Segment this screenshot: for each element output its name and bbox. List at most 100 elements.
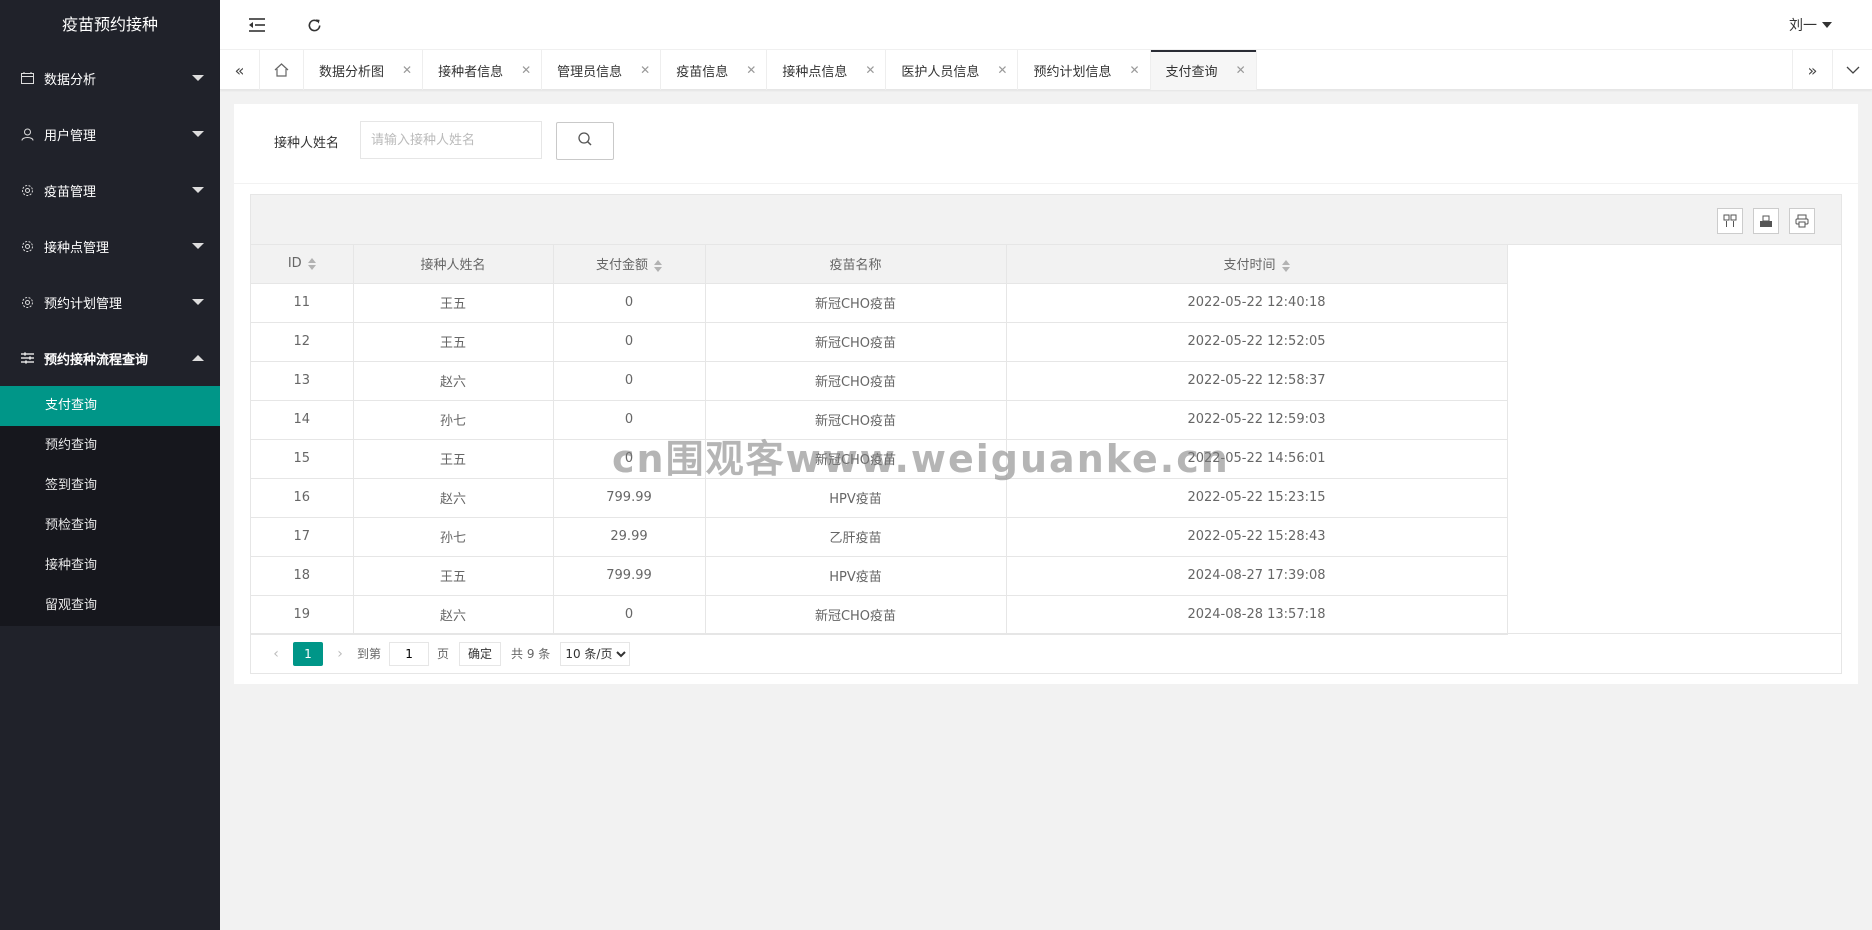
sub-item-precheck-query[interactable]: 预检查询 (0, 506, 220, 546)
submenu-process-query: 支付查询 预约查询 签到查询 预检查询 接种查询 留观查询 (0, 386, 220, 626)
goto-confirm-button[interactable]: 确定 (459, 641, 502, 666)
sort-icon[interactable] (1281, 259, 1290, 272)
gear-icon (20, 295, 34, 309)
cell-id: 13 (251, 361, 354, 401)
cell-vaccine: HPV疫苗 (705, 556, 1007, 596)
col-header-time[interactable]: 支付时间 (1006, 245, 1508, 284)
page-size-select[interactable]: 10 条/页 (560, 641, 631, 666)
next-page-icon[interactable]: › (329, 646, 351, 662)
tab-label: 医护人员信息 (901, 64, 980, 80)
home-icon[interactable] (260, 50, 304, 90)
user-name: 刘一 (1789, 18, 1817, 34)
export-icon[interactable] (1753, 208, 1779, 234)
table-row[interactable]: 16 赵六 799.99 HPV疫苗 2022-05-22 15:23:15 (251, 478, 1508, 518)
close-icon[interactable]: ✕ (746, 63, 756, 77)
user-icon (20, 127, 34, 141)
sub-item-vaccination-query[interactable]: 接种查询 (0, 546, 220, 586)
tab-label: 预约计划信息 (1033, 64, 1112, 80)
cell-amount: 0 (553, 322, 706, 362)
tab-admin-info[interactable]: 管理员信息 ✕ (542, 50, 662, 90)
cell-id: 14 (251, 400, 354, 440)
col-header-id[interactable]: ID (251, 245, 354, 284)
tab-medical-staff-info[interactable]: 医护人员信息 ✕ (886, 50, 1019, 90)
close-icon[interactable]: ✕ (402, 63, 412, 77)
tab-recipient-info[interactable]: 接种者信息 ✕ (423, 50, 543, 90)
tab-data-analysis-chart[interactable]: 数据分析图 ✕ (304, 50, 424, 90)
tabs-dropdown-icon[interactable] (1832, 50, 1872, 90)
refresh-icon[interactable] (303, 14, 325, 36)
col-header-amount[interactable]: 支付金额 (553, 245, 706, 284)
calendar-icon (20, 71, 34, 85)
menu-data-analysis[interactable]: 数据分析 (0, 50, 220, 106)
search-input[interactable] (360, 121, 542, 159)
close-icon[interactable]: ✕ (1129, 63, 1139, 77)
cell-id: 17 (251, 517, 354, 557)
menu-label: 接种点管理 (44, 240, 110, 256)
menu-site-management[interactable]: 接种点管理 (0, 218, 220, 274)
sort-icon[interactable] (654, 259, 662, 272)
cell-id: 16 (251, 478, 354, 518)
goto-suffix: 页 (437, 647, 450, 661)
cell-name: 孙七 (353, 517, 554, 557)
tab-site-info[interactable]: 接种点信息 ✕ (767, 50, 887, 90)
search-icon (577, 131, 593, 151)
search-label: 接种人姓名 (274, 136, 340, 151)
cell-name: 孙七 (353, 400, 554, 440)
cell-name: 王五 (353, 439, 554, 479)
cell-amount: 0 (553, 439, 706, 479)
columns-filter-icon[interactable] (1717, 208, 1743, 234)
close-icon[interactable]: ✕ (521, 63, 531, 77)
chevron-down-icon (192, 131, 204, 137)
top-header: 刘一 (220, 0, 1872, 50)
close-icon[interactable]: ✕ (997, 63, 1007, 77)
close-icon[interactable]: ✕ (1236, 63, 1246, 77)
col-header-label: 接种人姓名 (420, 258, 486, 274)
menu-plan-management[interactable]: 预约计划管理 (0, 274, 220, 330)
table-row[interactable]: 18 王五 799.99 HPV疫苗 2024-08-27 17:39:08 (251, 556, 1508, 596)
sub-item-observation-query[interactable]: 留观查询 (0, 586, 220, 626)
goto-page-input[interactable] (389, 641, 430, 666)
menu-process-query[interactable]: 预约接种流程查询 (0, 330, 220, 386)
table-row[interactable]: 19 赵六 0 新冠CHO疫苗 2024-08-28 13:57:18 (251, 595, 1508, 635)
current-page[interactable]: 1 (293, 641, 323, 666)
tabs-scroll-right-icon[interactable]: » (1792, 50, 1832, 90)
menu-user-management[interactable]: 用户管理 (0, 106, 220, 162)
gear-icon (20, 239, 34, 253)
close-icon[interactable]: ✕ (865, 63, 875, 77)
print-icon[interactable] (1789, 208, 1815, 234)
tabs-scroll-left-icon[interactable]: « (220, 50, 260, 90)
menu-collapse-icon[interactable] (246, 14, 268, 36)
table-row[interactable]: 14 孙七 0 新冠CHO疫苗 2022-05-22 12:59:03 (251, 400, 1508, 440)
sort-icon[interactable] (307, 257, 316, 270)
table-row[interactable]: 17 孙七 29.99 乙肝疫苗 2022-05-22 15:28:43 (251, 517, 1508, 557)
table-row[interactable]: 11 王五 0 新冠CHO疫苗 2022-05-22 12:40:18 (251, 283, 1508, 323)
tab-payment-query[interactable]: 支付查询 ✕ (1150, 50, 1257, 90)
menu-label: 用户管理 (44, 128, 97, 144)
table-row[interactable]: 12 王五 0 新冠CHO疫苗 2022-05-22 12:52:05 (251, 322, 1508, 362)
search-bar: 接种人姓名 (234, 104, 1858, 184)
app-logo-title: 疫苗预约接种 (0, 0, 220, 50)
menu-vaccine-management[interactable]: 疫苗管理 (0, 162, 220, 218)
cell-id: 19 (251, 595, 354, 635)
table-row[interactable]: 15 王五 0 新冠CHO疫苗 2022-05-22 14:56:01 (251, 439, 1508, 479)
cell-time: 2022-05-22 15:23:15 (1006, 478, 1508, 518)
tab-label: 数据分析图 (319, 64, 385, 80)
sub-item-appointment-query[interactable]: 预约查询 (0, 426, 220, 466)
cell-vaccine: HPV疫苗 (705, 478, 1007, 518)
table-row[interactable]: 13 赵六 0 新冠CHO疫苗 2022-05-22 12:58:37 (251, 361, 1508, 401)
tab-plan-info[interactable]: 预约计划信息 ✕ (1018, 50, 1151, 90)
user-menu[interactable]: 刘一 (1789, 15, 1832, 35)
chevron-up-icon (192, 355, 204, 361)
menu-label: 疫苗管理 (44, 184, 97, 200)
sub-item-checkin-query[interactable]: 签到查询 (0, 466, 220, 506)
tab-vaccine-info[interactable]: 疫苗信息 ✕ (661, 50, 768, 90)
cell-name: 王五 (353, 322, 554, 362)
sub-item-payment-query[interactable]: 支付查询 (0, 386, 220, 426)
caret-down-icon (1822, 22, 1832, 28)
tab-label: 接种点信息 (782, 64, 848, 80)
table-header-row: ID 接种人姓名 支付金额 疫苗名称 支付时间 (251, 245, 1508, 284)
cell-time: 2022-05-22 15:28:43 (1006, 517, 1508, 557)
close-icon[interactable]: ✕ (640, 63, 650, 77)
prev-page-icon[interactable]: ‹ (265, 646, 287, 662)
search-button[interactable] (556, 122, 614, 160)
